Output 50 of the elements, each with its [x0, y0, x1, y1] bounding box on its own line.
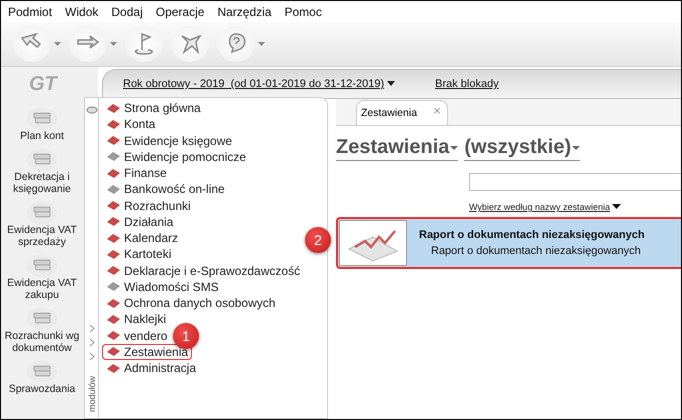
menu-item[interactable]: Dodaj	[111, 4, 143, 18]
module-item[interactable]: Administracja	[102, 360, 200, 376]
sidebar-item[interactable]: Ewidencja VAT sprzedaży	[1, 200, 83, 248]
tab[interactable]: Zestawienia ×	[356, 100, 448, 125]
search-field[interactable]	[469, 173, 681, 191]
module-item[interactable]: Rozrachunki	[102, 198, 195, 214]
report-description: Raport o dokumentach niezaksięgowanych	[430, 245, 642, 257]
stack-icon	[25, 106, 59, 130]
sidebar-item[interactable]: Ewidencja VAT zakupu	[1, 253, 83, 301]
menu-item[interactable]: Operacje	[156, 4, 204, 18]
module-item[interactable]: vendero	[102, 328, 172, 344]
pin-icon[interactable]	[86, 106, 98, 114]
sidebar-item[interactable]: Plan kont	[1, 106, 83, 142]
module-item[interactable]: Wiadomości SMS	[102, 278, 223, 295]
caret-icon[interactable]	[612, 204, 621, 210]
stack-icon	[25, 359, 59, 383]
module-item[interactable]: Działania	[102, 214, 178, 230]
module-item[interactable]: Konta	[102, 116, 160, 132]
report-item[interactable]: Raport o dokumentach niezaksięgowanych Raport o dokumentach niezaksięgowanych	[336, 217, 681, 269]
stack-icon	[25, 306, 59, 330]
lock-link[interactable]: Brak blokady	[435, 78, 499, 90]
logo: GT	[28, 73, 57, 96]
module-item[interactable]: Ewidencje pomocnicze	[102, 148, 250, 165]
module-item[interactable]: Deklaracje i e-Sprawozdawczość	[102, 262, 304, 279]
sidebar-item[interactable]: Sprawozdania	[1, 359, 83, 395]
period-link[interactable]: Rok obrotowy - 2019 (od 01-01-2019 do 31-12-2019)	[123, 78, 396, 90]
module-item[interactable]: Finanse	[102, 165, 171, 182]
module-item[interactable]: Bankowość on-line	[102, 181, 229, 198]
sort-link[interactable]: Wybierz według nazwy zestawienia	[469, 202, 621, 212]
report-title: Raport o dokumentach niezaksięgowanych	[419, 229, 645, 241]
module-item[interactable]: Ochrona danych osobowych	[102, 295, 280, 312]
module-item[interactable]: Kartoteki	[102, 246, 176, 262]
module-item[interactable]: Naklejki	[102, 311, 170, 328]
menu-item[interactable]: Podmiot	[8, 4, 52, 18]
module-item[interactable]: Kalendarz	[102, 230, 182, 246]
flag-icon	[133, 33, 155, 55]
filter-dropdown[interactable]: (wszystkie)	[464, 136, 580, 161]
sidebar-item[interactable]: Rozrachunki wg dokumentów	[1, 306, 83, 354]
module-item[interactable]: Ewidencje księgowe	[102, 132, 236, 149]
module-item[interactable]: Strona główna	[102, 100, 205, 116]
sidebar-item[interactable]: Dekretacja i księgowanie	[1, 147, 83, 195]
strip-label: modułów	[86, 376, 96, 412]
menu-item[interactable]: Narzędzia	[217, 4, 272, 18]
stack-icon	[25, 253, 59, 277]
stack-icon	[25, 147, 59, 171]
caret-icon[interactable]	[387, 81, 396, 87]
stack-icon	[25, 200, 59, 224]
menu-item[interactable]: Pomoc	[284, 4, 322, 18]
menu-item[interactable]: Widok	[65, 4, 98, 18]
category-dropdown[interactable]: Zestawienia	[336, 136, 458, 161]
